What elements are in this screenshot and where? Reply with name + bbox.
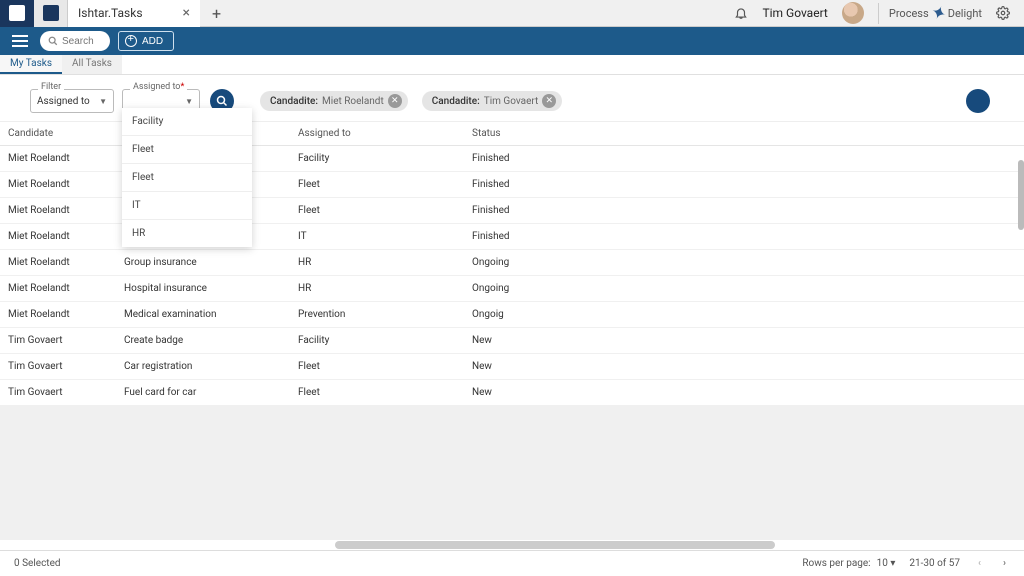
search-input[interactable] xyxy=(62,36,102,47)
app-icon-dark xyxy=(0,0,34,27)
table-row[interactable]: Miet RoelandtGroup insuranceHROngoing xyxy=(0,250,1024,276)
cell-task: Hospital insurance xyxy=(124,283,298,294)
filter-label: Filter xyxy=(38,82,64,92)
cell-status: Finished xyxy=(472,153,672,164)
cell-status: Ongoig xyxy=(472,309,672,320)
cell-task: Car registration xyxy=(124,361,298,372)
main-toolbar: ADD xyxy=(0,27,1024,55)
cell-task: Medical examination xyxy=(124,309,298,320)
cell-candidate: Miet Roelandt xyxy=(8,257,124,268)
cell-status: New xyxy=(472,335,672,346)
col-assigned[interactable]: Assigned to xyxy=(298,128,472,139)
cell-candidate: Tim Govaert xyxy=(8,361,124,372)
filter-chip[interactable]: Candadite: Miet Roelandt ✕ xyxy=(260,91,408,111)
assigned-label: Assigned to* xyxy=(130,82,187,92)
dropdown-option[interactable]: Fleet xyxy=(122,164,252,192)
filter-field: Filter Assigned to ▼ xyxy=(30,89,114,113)
cell-status: Finished xyxy=(472,179,672,190)
col-status[interactable]: Status xyxy=(472,128,672,139)
cell-assigned: Facility xyxy=(298,153,472,164)
dropdown-option[interactable]: Facility xyxy=(122,108,252,136)
cell-status: Ongoing xyxy=(472,283,672,294)
close-icon[interactable]: × xyxy=(183,5,190,21)
tab-my-tasks[interactable]: My Tasks xyxy=(0,55,62,74)
cell-assigned: Fleet xyxy=(298,361,472,372)
prev-page-button[interactable]: ‹ xyxy=(974,558,985,569)
cell-candidate: Miet Roelandt xyxy=(8,179,124,190)
brand-logo: Process ✦ Delight xyxy=(878,3,982,24)
cell-assigned: IT xyxy=(298,231,472,242)
rows-per-page-label: Rows per page: xyxy=(802,558,870,569)
filter-select[interactable]: Assigned to ▼ xyxy=(30,89,114,113)
cell-status: Finished xyxy=(472,231,672,242)
plus-icon xyxy=(125,35,137,47)
app-icon-light xyxy=(34,0,68,27)
gear-icon[interactable] xyxy=(996,6,1010,20)
next-page-button[interactable]: › xyxy=(999,558,1010,569)
table-row[interactable]: Tim GovaertFuel card for carFleetNew xyxy=(0,380,1024,406)
dropdown-option[interactable]: IT xyxy=(122,192,252,220)
cell-assigned: Fleet xyxy=(298,387,472,398)
cell-task: Fuel card for car xyxy=(124,387,298,398)
table-row[interactable]: Miet RoelandtMedical examinationPreventi… xyxy=(0,302,1024,328)
cell-task: Create badge xyxy=(124,335,298,346)
cell-candidate: Tim Govaert xyxy=(8,387,124,398)
table-row[interactable]: Tim GovaertCreate badgeFacilityNew xyxy=(0,328,1024,354)
floating-action-button[interactable] xyxy=(966,89,990,113)
col-candidate[interactable]: Candidate xyxy=(8,128,124,139)
cell-assigned: Fleet xyxy=(298,179,472,190)
chevron-down-icon: ▼ xyxy=(99,97,107,106)
cell-candidate: Miet Roelandt xyxy=(8,231,124,242)
search-input-wrap[interactable] xyxy=(40,31,110,51)
table-row[interactable]: Miet RoelandtHospital insuranceHROngoing xyxy=(0,276,1024,302)
cell-candidate: Miet Roelandt xyxy=(8,205,124,216)
rows-per-page-select[interactable]: 10 ▾ xyxy=(877,558,896,569)
table-row[interactable]: Tim GovaertCar registrationFleetNew xyxy=(0,354,1024,380)
cell-status: Ongoing xyxy=(472,257,672,268)
assigned-dropdown[interactable]: Facility Fleet Fleet IT HR xyxy=(122,108,252,247)
cell-status: New xyxy=(472,361,672,372)
cell-status: Finished xyxy=(472,205,672,216)
selection-count: 0 Selected xyxy=(14,558,61,569)
add-button[interactable]: ADD xyxy=(118,31,174,51)
cell-candidate: Miet Roelandt xyxy=(8,283,124,294)
cell-candidate: Miet Roelandt xyxy=(8,153,124,164)
cell-candidate: Miet Roelandt xyxy=(8,309,124,320)
cell-assigned: Prevention xyxy=(298,309,472,320)
spark-icon: ✦ xyxy=(928,1,949,26)
cell-candidate: Tim Govaert xyxy=(8,335,124,346)
dropdown-option[interactable]: HR xyxy=(122,220,252,247)
close-icon[interactable]: ✕ xyxy=(542,94,556,108)
tab-all-tasks[interactable]: All Tasks xyxy=(62,55,122,74)
user-name[interactable]: Tim Govaert xyxy=(762,6,827,20)
cell-assigned: Fleet xyxy=(298,205,472,216)
close-icon[interactable]: ✕ xyxy=(388,94,402,108)
page-range: 21-30 of 57 xyxy=(909,558,960,569)
cell-assigned: HR xyxy=(298,257,472,268)
cell-status: New xyxy=(472,387,672,398)
tab-title: Ishtar.Tasks xyxy=(78,6,143,20)
dropdown-option[interactable]: Fleet xyxy=(122,136,252,164)
new-tab-button[interactable]: + xyxy=(200,4,233,23)
search-icon xyxy=(48,36,58,46)
browser-tabbar: Ishtar.Tasks × + Tim Govaert Process ✦ D… xyxy=(0,0,1024,27)
search-icon xyxy=(216,95,228,107)
avatar[interactable] xyxy=(842,2,864,24)
cell-assigned: HR xyxy=(298,283,472,294)
cell-assigned: Facility xyxy=(298,335,472,346)
cell-task: Group insurance xyxy=(124,257,298,268)
subtab-bar: My Tasks All Tasks xyxy=(0,55,1024,75)
horizontal-scrollbar[interactable] xyxy=(0,540,1024,550)
table-footer: 0 Selected Rows per page: 10 ▾ 21-30 of … xyxy=(0,550,1024,576)
filter-chip[interactable]: Candadite: Tim Govaert ✕ xyxy=(422,91,563,111)
bell-icon[interactable] xyxy=(734,6,748,20)
vertical-scrollbar[interactable] xyxy=(1018,160,1024,230)
browser-tab[interactable]: Ishtar.Tasks × xyxy=(68,0,200,27)
menu-icon[interactable] xyxy=(8,32,32,50)
chevron-down-icon: ▼ xyxy=(185,97,193,106)
